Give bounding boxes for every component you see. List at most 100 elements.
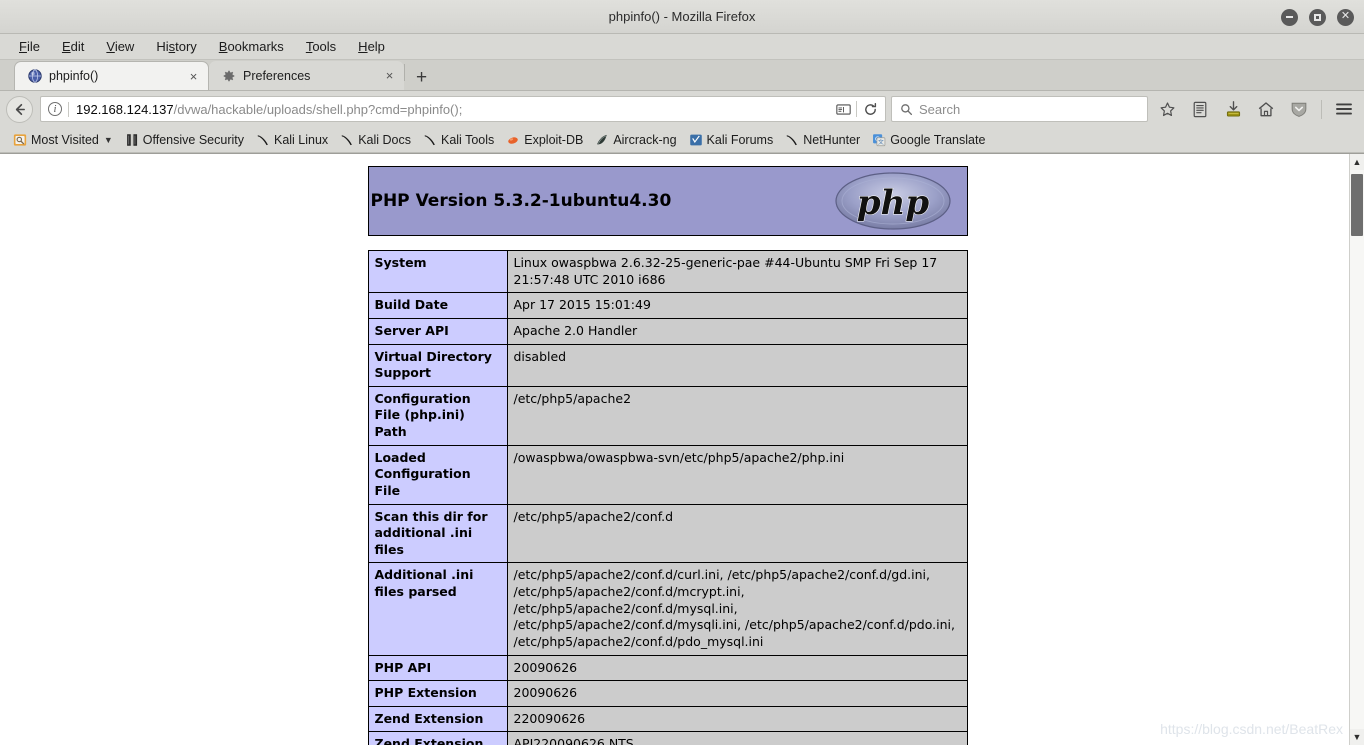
tab-label: phpinfo()	[49, 69, 99, 83]
bookmark-label: Aircrack-ng	[613, 132, 677, 147]
kali-dragon-icon	[786, 134, 798, 145]
search-icon	[901, 103, 913, 115]
table-row: PHP API 20090626	[367, 654, 968, 682]
scrollbar-thumb[interactable]	[1351, 174, 1363, 236]
svg-text:文: 文	[878, 138, 884, 146]
bookmark-most-visited[interactable]: Most Visited ▼	[8, 131, 118, 149]
row-value: /etc/php5/apache2	[506, 385, 968, 446]
svg-text:php: php	[856, 183, 928, 223]
row-value: 220090626	[506, 705, 968, 733]
row-key: Configuration File (php.ini) Path	[367, 385, 508, 446]
table-row: Zend Extension Build API220090626,NTS	[367, 731, 968, 745]
menu-file[interactable]: File	[8, 36, 51, 57]
url-input[interactable]: 192.168.124.137/dvwa/hackable/uploads/sh…	[76, 102, 830, 117]
back-button[interactable]	[6, 95, 33, 123]
table-row: System Linux owaspbwa 2.6.32-25-generic-…	[367, 249, 968, 294]
row-key: Build Date	[367, 292, 508, 319]
bookmark-google-translate[interactable]: G 文 Google Translate	[867, 131, 990, 149]
most-visited-icon	[13, 133, 27, 146]
globe-favicon-icon	[27, 69, 42, 84]
phpinfo-table: System Linux owaspbwa 2.6.32-25-generic-…	[367, 249, 968, 745]
url-divider	[68, 101, 69, 117]
kali-dragon-icon	[257, 134, 268, 145]
table-row: PHP Extension 20090626	[367, 680, 968, 707]
download-icon	[1226, 101, 1240, 117]
minimize-button[interactable]	[1281, 8, 1298, 26]
table-row: Configuration File (php.ini) Path /etc/p…	[367, 385, 968, 446]
tab-preferences[interactable]: Preferences ×	[209, 61, 404, 90]
row-key: Zend Extension Build	[367, 731, 508, 745]
reader-mode-icon[interactable]	[830, 97, 856, 121]
shield-icon	[1291, 102, 1307, 117]
close-button[interactable]: ✕	[1337, 8, 1354, 26]
bookmark-kali-linux[interactable]: Kali Linux	[251, 131, 333, 149]
url-path: /dvwa/hackable/uploads/shell.php?cmd=php…	[173, 101, 463, 117]
kali-forums-icon	[689, 134, 702, 145]
tab-phpinfo[interactable]: phpinfo() ×	[14, 61, 209, 90]
tab-close-icon[interactable]: ×	[383, 68, 396, 83]
row-key: Additional .ini files parsed	[367, 562, 508, 656]
menu-view[interactable]: View	[95, 36, 145, 57]
reload-icon[interactable]	[857, 97, 883, 121]
menu-help[interactable]: Help	[347, 36, 396, 57]
window-title: phpinfo() - Mozilla Firefox	[608, 9, 756, 24]
url-bar[interactable]: i 192.168.124.137/dvwa/hackable/uploads/…	[40, 96, 886, 122]
chevron-down-icon[interactable]: ▼	[104, 135, 113, 145]
bookmark-kali-tools[interactable]: Kali Tools	[418, 131, 499, 149]
tab-close-icon[interactable]: ×	[187, 69, 200, 84]
gear-favicon-icon	[221, 68, 236, 83]
library-button[interactable]	[1186, 95, 1214, 123]
bookmark-nethunter[interactable]: NetHunter	[780, 131, 865, 149]
bookmark-offensive-security[interactable]: Offensive Security	[120, 131, 249, 149]
bookmarks-toolbar: Most Visited ▼ Offensive Security Kali L…	[0, 127, 1364, 153]
row-key: Zend Extension	[367, 705, 508, 733]
bookmark-kali-forums[interactable]: Kali Forums	[684, 131, 779, 149]
kali-dragon-icon	[424, 134, 435, 145]
phpinfo-content: PHP Version 5.3.2-1ubuntu4.30 php System…	[367, 154, 968, 745]
site-info-icon[interactable]: i	[48, 102, 62, 116]
navigation-toolbar: i 192.168.124.137/dvwa/hackable/uploads/…	[0, 91, 1364, 127]
bookmark-exploit-db[interactable]: Exploit-DB	[501, 131, 588, 149]
row-key: Server API	[367, 317, 508, 345]
menu-bookmarks[interactable]: Bookmarks	[208, 36, 295, 57]
row-value: Linux owaspbwa 2.6.32-25-generic-pae #44…	[506, 249, 968, 294]
downloads-button[interactable]	[1219, 95, 1247, 123]
google-translate-icon: G 文	[873, 133, 886, 146]
menu-button[interactable]	[1330, 95, 1358, 123]
row-key: Loaded Configuration File	[367, 444, 508, 505]
menu-edit[interactable]: Edit	[51, 36, 95, 57]
row-key: Scan this dir for additional .ini files	[367, 503, 508, 564]
window-controls: ✕	[1281, 0, 1354, 34]
row-key: System	[367, 249, 508, 294]
row-value: /etc/php5/apache2/conf.d	[506, 503, 968, 564]
php-version-heading: PHP Version 5.3.2-1ubuntu4.30	[370, 191, 672, 211]
menubar: File Edit View History Bookmarks Tools H…	[0, 34, 1364, 60]
menu-history[interactable]: History	[145, 36, 207, 57]
bookmark-label: Kali Docs	[358, 132, 411, 147]
maximize-button[interactable]	[1309, 8, 1326, 26]
search-bar[interactable]: Search	[891, 96, 1148, 122]
scroll-up-arrow[interactable]: ▲	[1350, 154, 1364, 170]
table-row: Scan this dir for additional .ini files …	[367, 503, 968, 564]
row-key: PHP Extension	[367, 680, 508, 707]
row-value: /etc/php5/apache2/conf.d/curl.ini, /etc/…	[506, 562, 968, 656]
pocket-button[interactable]	[1285, 95, 1313, 123]
url-host: 192.168.124.137	[76, 101, 174, 117]
table-row: Build Date Apr 17 2015 15:01:49	[367, 292, 968, 319]
row-value: /owaspbwa/owaspbwa-svn/etc/php5/apache2/…	[506, 444, 968, 505]
table-row: Virtual Directory Support disabled	[367, 343, 968, 387]
bookmark-kali-docs[interactable]: Kali Docs	[335, 131, 416, 149]
scroll-down-arrow[interactable]: ▼	[1350, 729, 1364, 745]
offensive-security-icon	[126, 133, 137, 146]
bookmark-star-button[interactable]	[1153, 95, 1181, 123]
bookmark-aircrack-ng[interactable]: Aircrack-ng	[590, 131, 681, 149]
table-row: Zend Extension 220090626	[367, 705, 968, 733]
tabbar: phpinfo() × Preferences × +	[0, 60, 1364, 91]
scrollbar-track[interactable]	[1350, 170, 1364, 729]
table-row: Additional .ini files parsed /etc/php5/a…	[367, 562, 968, 656]
vertical-scrollbar[interactable]: ▲ ▼	[1349, 154, 1364, 745]
home-button[interactable]	[1252, 95, 1280, 123]
kali-dragon-icon	[341, 134, 353, 145]
menu-tools[interactable]: Tools	[295, 36, 347, 57]
new-tab-button[interactable]: +	[405, 68, 438, 90]
